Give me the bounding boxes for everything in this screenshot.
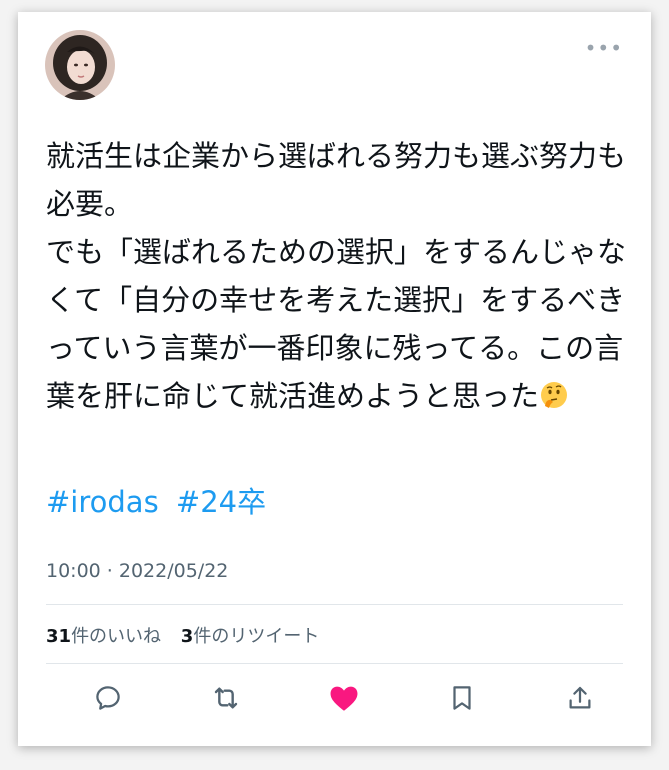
engagement-stats: 31件のいいね 3件のリツイート [46, 622, 333, 648]
timestamp[interactable]: 10:00 · 2022/05/22 [46, 560, 228, 582]
retweet-button[interactable] [204, 676, 248, 720]
divider [46, 604, 623, 605]
likes-count: 31 [46, 626, 72, 647]
hashtag-24sotsu[interactable]: #24卒 [176, 485, 266, 519]
share-button[interactable] [558, 676, 602, 720]
divider [46, 663, 623, 664]
retweets-stat[interactable]: 3件のリツイート [181, 626, 320, 647]
tweet-card: ••• 就活生は企業から選ばれる努力も選ぶ努力も必要。 でも「選ばれるための選択… [18, 12, 651, 746]
tweet-text: 就活生は企業から選ばれる努力も選ぶ努力も必要。 でも「選ばれるための選択」をする… [46, 132, 636, 420]
tweet-body: 就活生は企業から選ばれる努力も選ぶ努力も必要。 でも「選ばれるための選択」をする… [46, 139, 627, 413]
avatar[interactable] [45, 30, 115, 100]
retweets-count: 3 [180, 626, 194, 647]
thinking-face-emoji-icon [541, 382, 568, 408]
more-options-icon[interactable]: ••• [585, 38, 623, 58]
likes-label: 件のいいね [71, 626, 162, 647]
like-button[interactable] [322, 676, 366, 720]
share-icon [569, 686, 591, 709]
like-heart-icon [330, 686, 358, 711]
likes-stat[interactable]: 31件のいいね [46, 626, 161, 647]
retweets-label: 件のリツイート [193, 626, 320, 647]
action-bar [68, 676, 608, 720]
reply-button[interactable] [86, 676, 130, 720]
bookmark-button[interactable] [440, 676, 484, 720]
avatar-photo [45, 30, 115, 100]
retweet-icon [214, 687, 238, 709]
hashtag-irodas[interactable]: #irodas [46, 485, 159, 519]
reply-icon [96, 686, 120, 710]
bookmark-icon [453, 686, 471, 710]
hashtags: #irodas #24卒 [46, 478, 274, 526]
